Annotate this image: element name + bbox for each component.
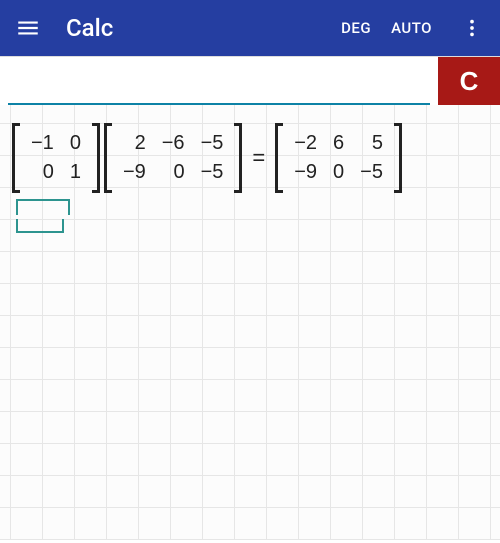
cell: −5 — [193, 129, 232, 158]
precision-mode-button[interactable]: AUTO — [391, 19, 432, 37]
menu-icon[interactable] — [8, 8, 48, 48]
cell: 0 — [23, 158, 62, 187]
cell: −5 — [193, 158, 232, 187]
matrix-insert-placeholder[interactable] — [16, 199, 488, 233]
app-bar: Calc DEG AUTO — [0, 0, 500, 56]
angle-mode-button[interactable]: DEG — [341, 19, 371, 37]
expression-input[interactable] — [8, 63, 430, 105]
cell: 0 — [62, 129, 89, 158]
matrix-a: −10 01 — [12, 123, 100, 193]
cell: −2 — [286, 129, 325, 158]
matrix-b: 2−6−5 −90−5 — [104, 123, 242, 193]
app-title: Calc — [66, 14, 341, 42]
cell: −9 — [115, 158, 154, 187]
matrix-result: −265 −90−5 — [275, 123, 402, 193]
cell: 1 — [62, 158, 89, 187]
cell: 2 — [115, 129, 154, 158]
input-row: C — [0, 56, 500, 105]
cell: −9 — [286, 158, 325, 187]
expression-row: −10 01 2−6−5 −90−5 = −265 −90−5 — [12, 123, 488, 193]
cell: 5 — [352, 129, 391, 158]
cell: 6 — [325, 129, 352, 158]
cell: 0 — [154, 158, 193, 187]
more-icon[interactable] — [452, 8, 492, 48]
cell: −1 — [23, 129, 62, 158]
clear-button[interactable]: C — [438, 57, 500, 105]
cell: −6 — [154, 129, 193, 158]
equals-sign: = — [252, 145, 265, 171]
cell: 0 — [325, 158, 352, 187]
workspace[interactable]: −10 01 2−6−5 −90−5 = −265 −90−5 — [0, 105, 500, 540]
cell: −5 — [352, 158, 391, 187]
